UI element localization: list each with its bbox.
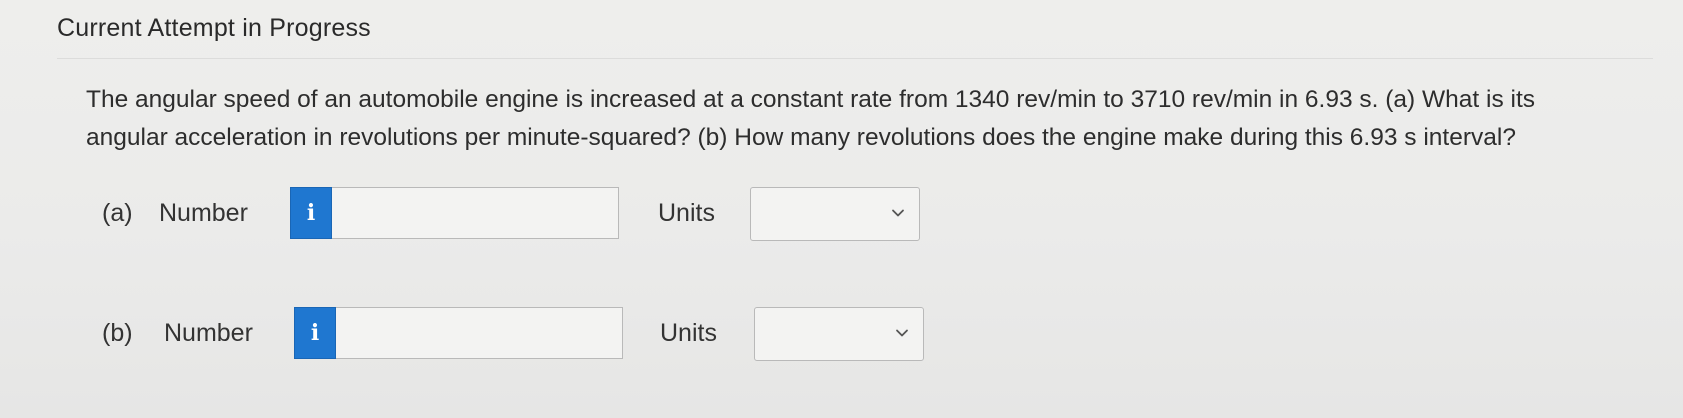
question-text: The angular speed of an automobile engin… (86, 86, 1536, 151)
units-label-a: Units (658, 199, 715, 227)
number-label-b: Number (164, 319, 253, 347)
chevron-down-icon (896, 329, 908, 337)
info-icon: i (310, 320, 320, 346)
part-label-a: (a) (102, 199, 133, 227)
number-input-b[interactable] (336, 307, 623, 359)
chevron-down-icon (892, 209, 904, 217)
number-label-a: Number (159, 199, 248, 227)
header-divider (57, 58, 1653, 59)
units-label-b: Units (660, 319, 717, 347)
info-button-a[interactable]: i (290, 187, 332, 239)
page-title: Current Attempt in Progress (57, 14, 371, 42)
units-select-a[interactable] (750, 187, 920, 241)
info-button-b[interactable]: i (294, 307, 336, 359)
info-icon: i (306, 200, 316, 226)
units-select-b[interactable] (754, 307, 924, 361)
part-label-b: (b) (102, 319, 133, 347)
number-input-a[interactable] (332, 187, 619, 239)
